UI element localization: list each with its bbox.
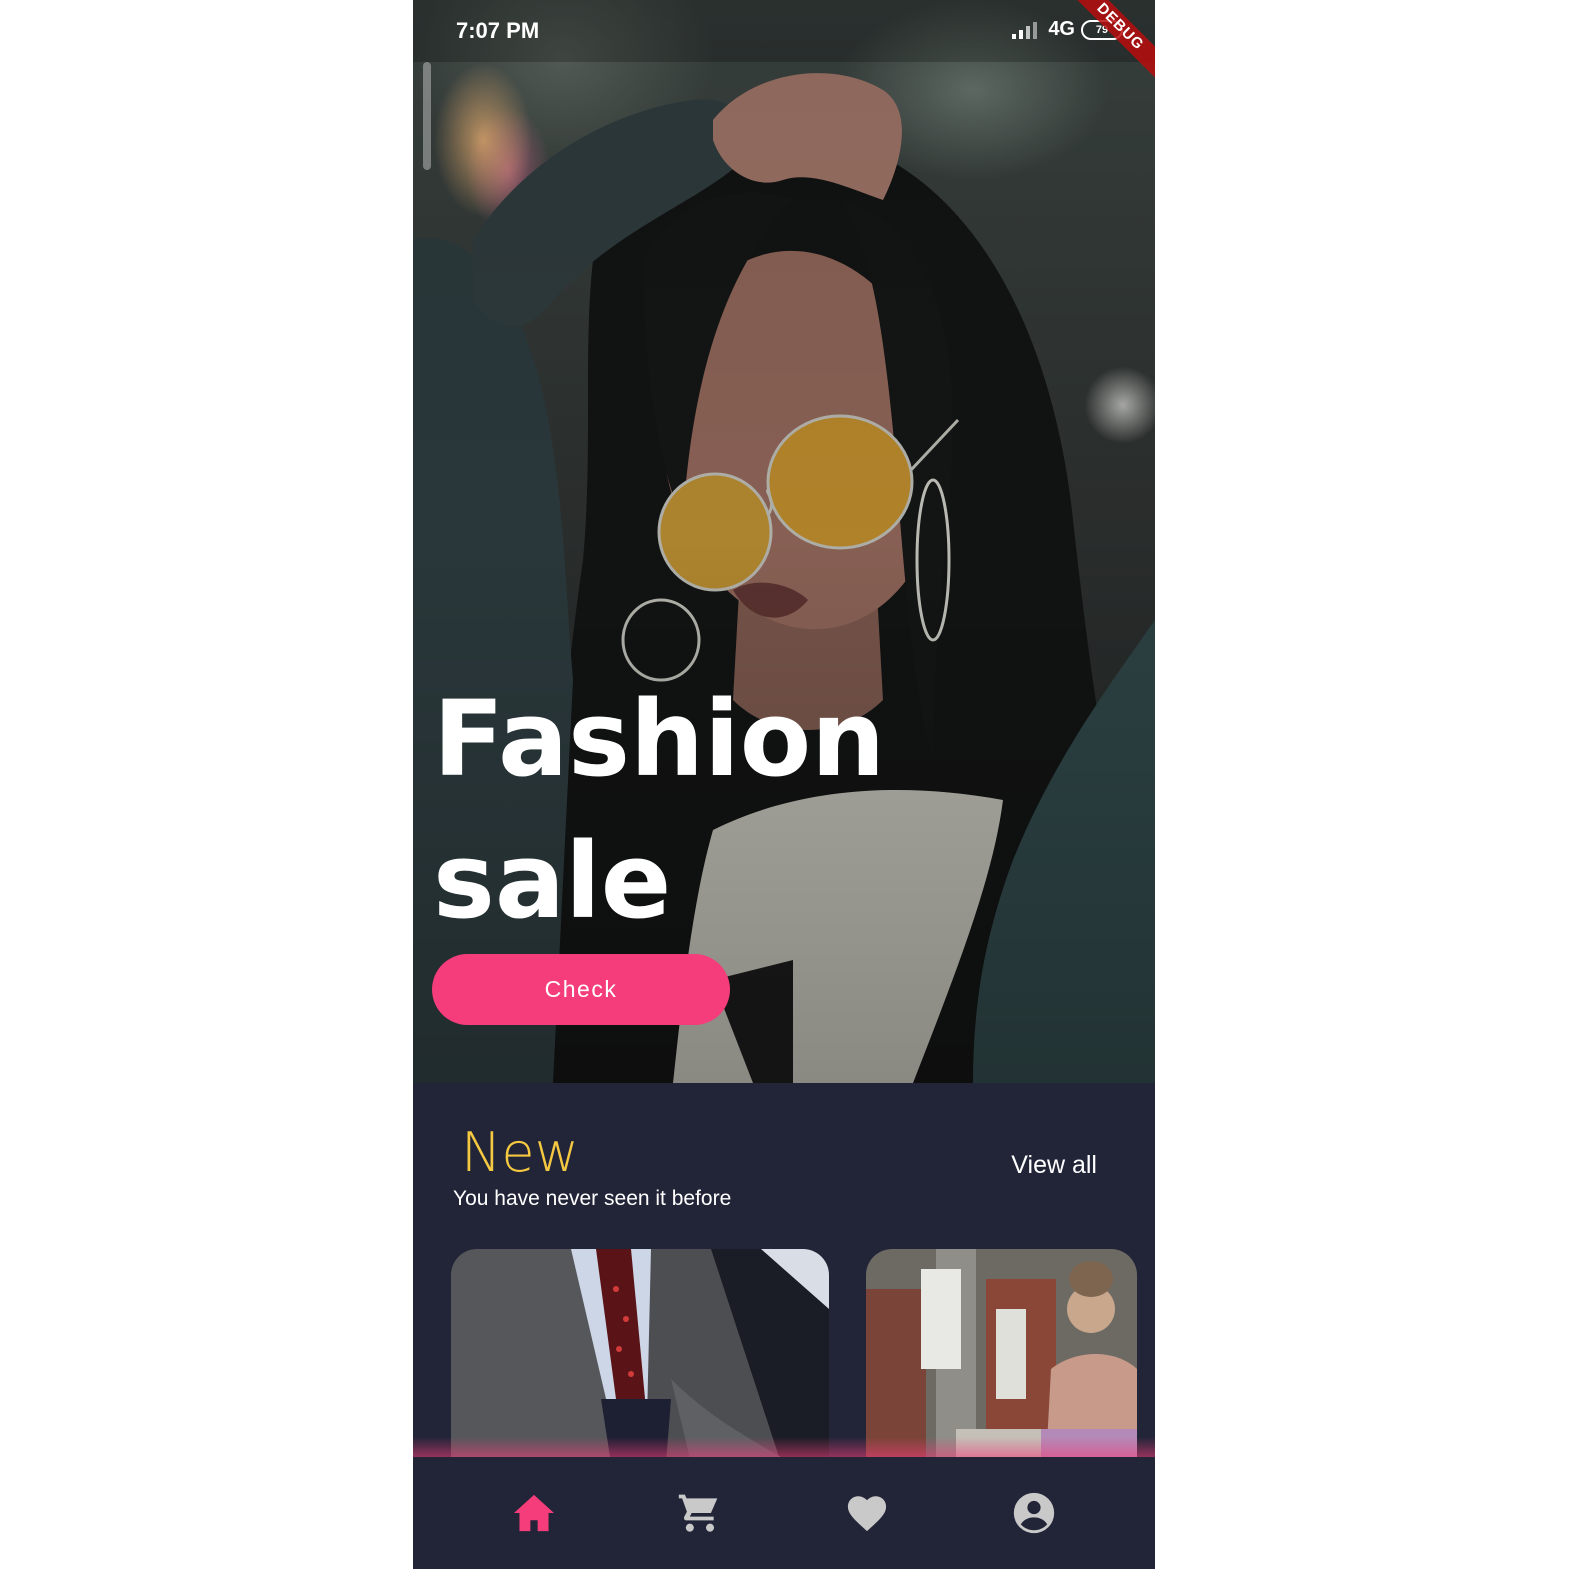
product-image-dress: [866, 1249, 1137, 1457]
network-type: 4G: [1048, 18, 1075, 40]
status-bar: 7:07 PM 4G 79 DEBUG: [413, 0, 1155, 88]
check-button[interactable]: Check: [432, 954, 730, 1025]
hero-title-line-2: sale: [433, 820, 672, 942]
signal-icon: [1012, 21, 1038, 39]
cart-icon: [678, 1494, 718, 1532]
nav-favorites[interactable]: [817, 1457, 917, 1569]
bottom-navigation: [413, 1457, 1155, 1569]
nav-home[interactable]: [484, 1457, 584, 1569]
nav-profile[interactable]: [984, 1457, 1084, 1569]
nav-glow-divider: [413, 1437, 1155, 1459]
product-card[interactable]: [451, 1249, 829, 1457]
home-icon: [514, 1494, 554, 1532]
nav-cart[interactable]: [649, 1457, 749, 1569]
status-time: 7:07 PM: [456, 18, 540, 43]
section-subtitle: You have never seen it before: [453, 1187, 732, 1210]
hero-title-line-1: Fashion: [433, 678, 886, 800]
view-all-link[interactable]: View all: [1011, 1151, 1097, 1180]
new-products-section: New You have never seen it before View a…: [413, 1083, 1155, 1457]
section-title: New: [461, 1121, 579, 1184]
product-card[interactable]: [866, 1249, 1137, 1457]
phone-screen: Fashion sale Check 7:07 PM 4G 79 DEBUG Ne…: [413, 0, 1155, 1569]
scrollbar-thumb[interactable]: [423, 62, 431, 170]
account-icon: [1013, 1492, 1055, 1534]
hero-title: Fashion sale: [433, 668, 885, 952]
heart-icon: [847, 1496, 887, 1532]
product-image-suit: [451, 1249, 829, 1457]
hero-banner: Fashion sale Check: [413, 0, 1155, 1083]
